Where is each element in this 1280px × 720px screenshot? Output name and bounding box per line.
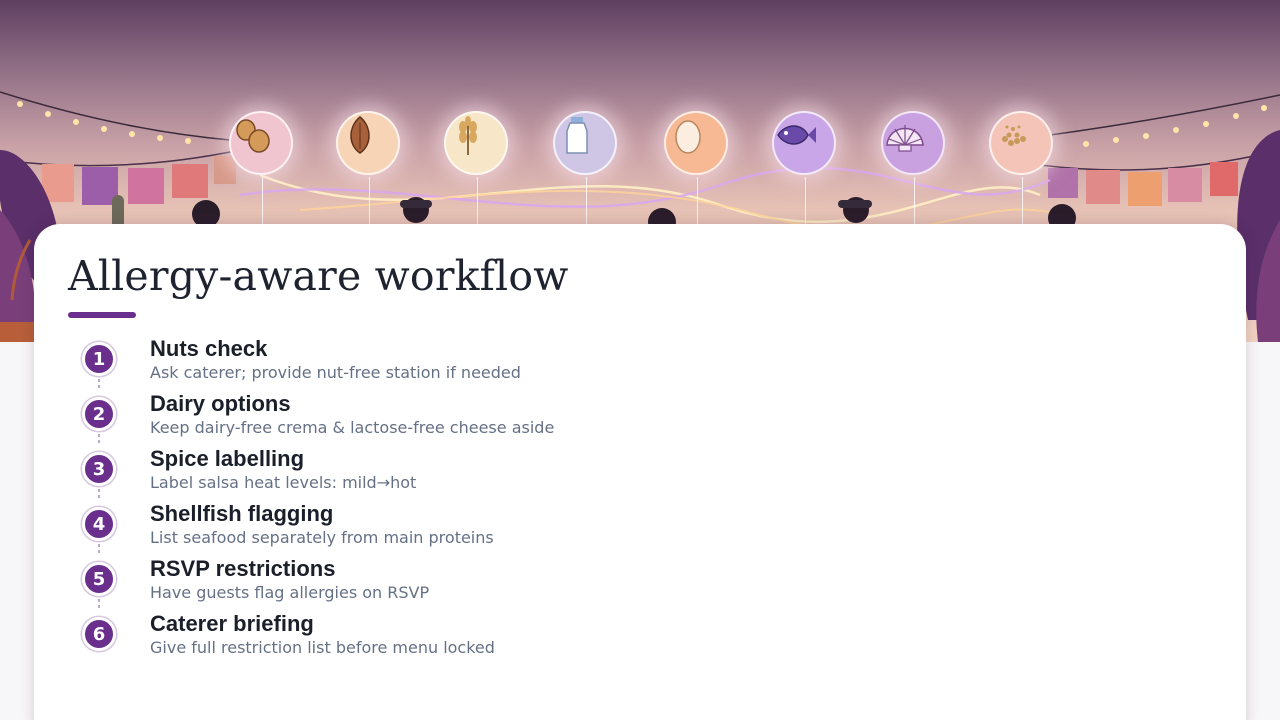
step-connector [98, 379, 100, 389]
workflow-step-list: 1 Nuts check Ask caterer; provide nut-fr… [82, 336, 782, 666]
step-title: Shellfish flagging [150, 501, 334, 526]
title-accent-bar [68, 312, 136, 318]
step-description: Have guests flag allergies on RSVP [150, 583, 430, 602]
step-connector [98, 599, 100, 609]
fish-icon [772, 111, 836, 225]
step-connector [98, 544, 100, 554]
egg-icon [664, 111, 728, 225]
workflow-step: 3 Spice labelling Label salsa heat level… [82, 446, 782, 501]
step-title: Nuts check [150, 336, 268, 361]
step-description: Give full restriction list before menu l… [150, 638, 495, 657]
page-title: Allergy-aware workflow [68, 252, 569, 300]
workflow-step: 2 Dairy options Keep dairy-free crema & … [82, 391, 782, 446]
step-description: Keep dairy-free crema & lactose-free che… [150, 418, 555, 437]
workflow-step: 1 Nuts check Ask caterer; provide nut-fr… [82, 336, 782, 391]
step-connector [98, 434, 100, 444]
allergen-icon-row [0, 0, 1280, 230]
workflow-step: 6 Caterer briefing Give full restriction… [82, 611, 782, 666]
step-description: Label salsa heat levels: mild→hot [150, 473, 417, 492]
step-title: Caterer briefing [150, 611, 314, 636]
wheat-icon [444, 111, 508, 225]
step-number-badge: 2 [82, 397, 116, 431]
milk-bottle-icon [553, 111, 617, 225]
workflow-step: 5 RSVP restrictions Have guests flag all… [82, 556, 782, 611]
step-description: Ask caterer; provide nut-free station if… [150, 363, 521, 382]
content-card: Allergy-aware workflow 1 Nuts check Ask … [34, 224, 1246, 720]
step-number-badge: 1 [82, 342, 116, 376]
almond-icon [336, 111, 400, 225]
step-number-badge: 6 [82, 617, 116, 651]
step-title: Spice labelling [150, 446, 305, 471]
step-number-badge: 4 [82, 507, 116, 541]
seeds-icon [989, 111, 1053, 225]
step-title: RSVP restrictions [150, 556, 336, 581]
step-number-badge: 5 [82, 562, 116, 596]
step-description: List seafood separately from main protei… [150, 528, 494, 547]
workflow-step: 4 Shellfish flagging List seafood separa… [82, 501, 782, 556]
step-connector [98, 489, 100, 499]
step-number-badge: 3 [82, 452, 116, 486]
peanut-icon [229, 111, 293, 225]
shell-icon [881, 111, 945, 225]
step-title: Dairy options [150, 391, 291, 416]
